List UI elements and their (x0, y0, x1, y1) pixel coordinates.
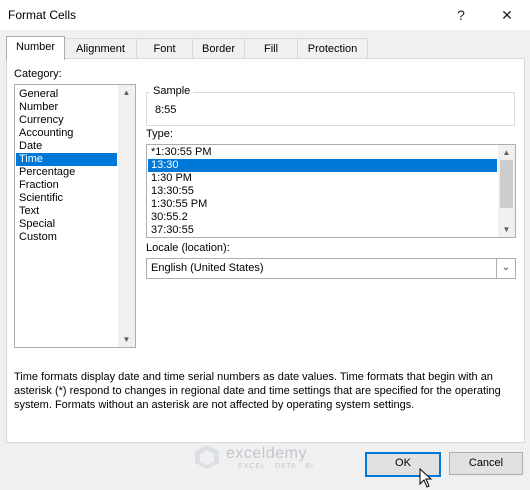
type-item[interactable]: 13:30:55 (148, 185, 497, 198)
locale-dropdown[interactable]: English (United States) ⌄ (146, 258, 516, 279)
tab-font[interactable]: Font (136, 38, 193, 59)
exceldemy-logo-icon (195, 445, 219, 469)
tab-fill[interactable]: Fill (244, 38, 298, 59)
chevron-down-icon[interactable]: ⌄ (496, 259, 515, 278)
scroll-up-icon[interactable]: ▲ (498, 146, 515, 159)
tab-protection[interactable]: Protection (297, 38, 368, 59)
category-item[interactable]: Accounting (16, 127, 117, 140)
category-item[interactable]: Percentage (16, 166, 117, 179)
tab-border[interactable]: Border (192, 38, 245, 59)
sample-label: Sample (150, 85, 194, 97)
help-button[interactable]: ? (448, 4, 474, 26)
scroll-down-icon[interactable]: ▼ (498, 223, 515, 236)
scroll-thumb[interactable] (500, 160, 513, 208)
type-item[interactable]: 1:30 PM (148, 172, 497, 185)
sample-value: 8:55 (155, 104, 177, 116)
watermark-name: exceldemy (226, 445, 307, 462)
scroll-up-icon[interactable]: ▲ (118, 86, 135, 99)
category-item[interactable]: Fraction (16, 179, 117, 192)
type-item[interactable]: 37:30:55 (148, 224, 497, 237)
scroll-down-icon[interactable]: ▼ (118, 333, 135, 346)
category-item[interactable]: General (16, 88, 117, 101)
format-description: Time formats display date and time seria… (14, 371, 501, 411)
type-list[interactable]: *1:30:55 PM 13:30 1:30 PM 13:30:55 1:30:… (146, 144, 516, 238)
category-item[interactable]: Number (16, 101, 117, 114)
category-item[interactable]: Date (16, 140, 117, 153)
locale-value: English (United States) (151, 262, 264, 274)
category-item[interactable]: Scientific (16, 192, 117, 205)
type-label: Type: (146, 128, 173, 140)
category-item[interactable]: Currency (16, 114, 117, 127)
cancel-button[interactable]: Cancel (449, 452, 523, 475)
dialog-title: Format Cells (8, 8, 77, 22)
tab-number[interactable]: Number (6, 36, 65, 60)
category-scrollbar[interactable]: ▲ ▼ (118, 85, 135, 347)
category-item-selected[interactable]: Time (16, 153, 117, 166)
type-item[interactable]: 1:30:55 PM (148, 198, 497, 211)
watermark-tagline: EXCEL · DATA · BI (238, 463, 314, 470)
sample-group (146, 92, 515, 126)
category-list[interactable]: General Number Currency Accounting Date … (14, 84, 136, 348)
type-item[interactable]: *1:30:55 PM (148, 146, 497, 159)
category-item[interactable]: Text (16, 205, 117, 218)
tab-alignment[interactable]: Alignment (64, 38, 137, 59)
mouse-cursor-icon (419, 468, 433, 488)
type-item[interactable]: 30:55.2 (148, 211, 497, 224)
category-label: Category: (14, 68, 62, 80)
type-scrollbar[interactable]: ▲ ▼ (498, 145, 515, 237)
locale-label: Locale (location): (146, 242, 230, 254)
type-item-selected[interactable]: 13:30 (148, 159, 497, 172)
close-button[interactable]: ✕ (494, 4, 520, 26)
category-item[interactable]: Special (16, 218, 117, 231)
category-item[interactable]: Custom (16, 231, 117, 244)
